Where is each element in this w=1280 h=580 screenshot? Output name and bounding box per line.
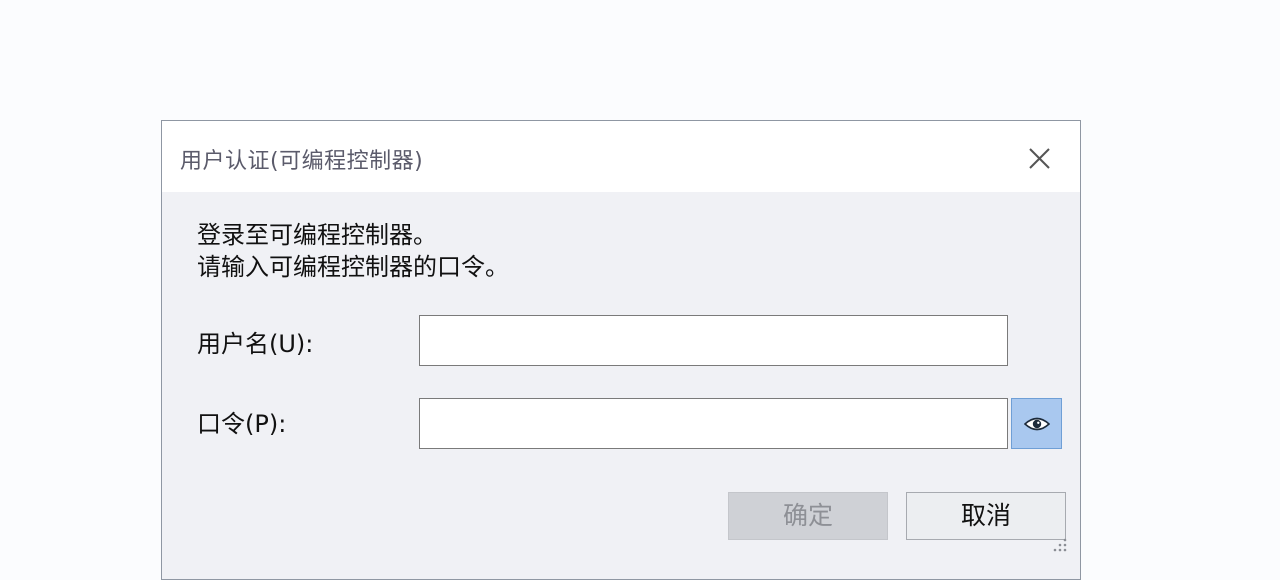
dialog-titlebar: 用户认证(可编程控制器) [162, 121, 1080, 192]
dialog-title: 用户认证(可编程控制器) [180, 149, 424, 174]
username-label: 用户名(U): [197, 330, 314, 358]
cancel-button[interactable]: 取消 [906, 492, 1066, 540]
dialog-message: 登录至可编程控制器。 请输入可编程控制器的口令。 [197, 219, 509, 283]
password-label: 口令(P): [197, 410, 287, 438]
close-button[interactable] [1020, 139, 1058, 177]
ok-button[interactable]: 确定 [728, 492, 888, 540]
username-input[interactable] [419, 315, 1008, 366]
eye-icon [1024, 417, 1050, 431]
user-auth-dialog: 用户认证(可编程控制器) 登录至可编程控制器。 请输入可编程控制器的口令。 用户… [161, 120, 1081, 580]
message-line-2: 请输入可编程控制器的口令。 [197, 253, 509, 281]
resize-grip-icon[interactable] [1050, 535, 1068, 553]
message-line-1: 登录至可编程控制器。 [197, 221, 437, 249]
close-icon [1029, 148, 1050, 169]
password-input[interactable] [419, 398, 1008, 449]
show-password-button[interactable] [1011, 398, 1062, 449]
